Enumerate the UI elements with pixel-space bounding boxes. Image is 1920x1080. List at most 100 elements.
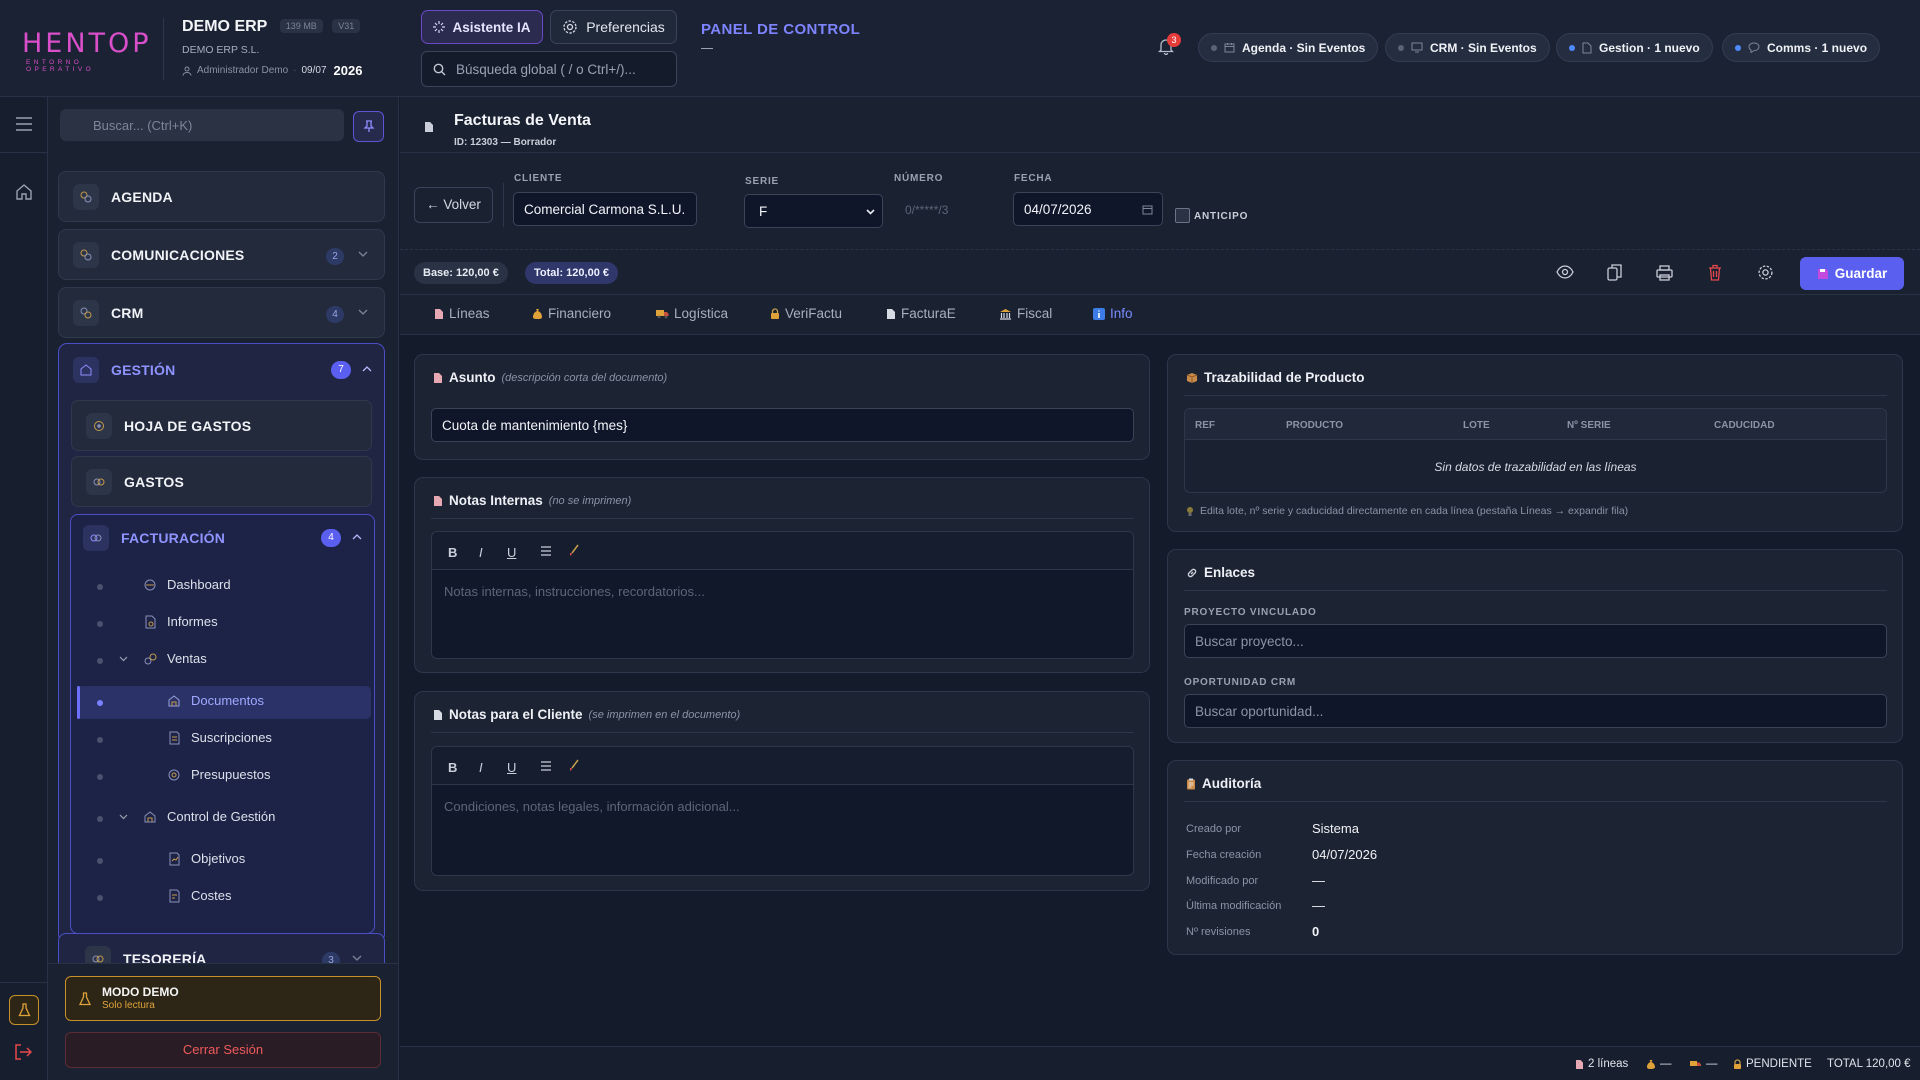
notas-internas-editor[interactable]: B I U Notas internas, instrucciones, rec… (431, 531, 1134, 659)
tab-facturae[interactable]: FacturaE (886, 306, 956, 321)
clear-format-icon[interactable] (568, 759, 580, 772)
home-icon[interactable] (15, 183, 33, 200)
serie-label: SERIE (745, 176, 780, 187)
tree-item-costes[interactable]: Costes (167, 888, 231, 903)
sidebar-item-gastos[interactable]: GASTOS (71, 456, 372, 507)
tab-info[interactable]: Info (1093, 306, 1133, 321)
total-amount-badge: Total: 120,00 € (525, 262, 618, 284)
numero-label: NÚMERO (894, 173, 944, 184)
gear-icon[interactable] (1757, 264, 1774, 281)
asunto-input[interactable]: Cuota de mantenimiento {mes} (431, 408, 1134, 442)
logout-icon[interactable] (14, 1044, 32, 1060)
tab-label: Logística (674, 306, 729, 321)
cliente-field[interactable]: Comercial Carmona S.L.U. (513, 192, 697, 226)
chevron-down-icon[interactable] (119, 656, 128, 662)
pin-sidebar-button[interactable] (353, 111, 384, 142)
sidebar-item-agenda[interactable]: AGENDA (58, 171, 385, 222)
tab-logistica[interactable]: Logística (655, 306, 728, 321)
tree-item-ventas[interactable]: Ventas (143, 651, 207, 666)
bold-button[interactable]: B (448, 760, 457, 775)
notifications-count-badge: 3 (1167, 33, 1181, 47)
document-title: Facturas de Venta (454, 112, 591, 129)
crm-icon (1411, 42, 1423, 53)
calendar-icon[interactable] (1142, 204, 1153, 215)
demo-mode-rail-button[interactable] (9, 995, 39, 1025)
list-icon[interactable] (540, 546, 552, 556)
sidebar-search-input[interactable]: Buscar... (Ctrl+K) (60, 109, 344, 141)
oportunidad-search-input[interactable]: Buscar oportunidad... (1184, 694, 1887, 728)
app-logo[interactable]: HENTOP ENTORNO OPERATIVO (22, 30, 149, 74)
tab-verifactu[interactable]: VeriFactu (770, 306, 842, 321)
tree-item-documentos[interactable]: Documentos (167, 693, 264, 708)
chevron-down-icon[interactable] (119, 814, 128, 820)
agenda-status-pill[interactable]: Agenda · Sin Eventos (1198, 33, 1379, 62)
crm-status-label: CRM · Sin Eventos (1430, 40, 1537, 55)
costs-icon (169, 889, 180, 902)
memo-icon (434, 495, 442, 506)
flask-icon (79, 992, 91, 1006)
proyecto-search-input[interactable]: Buscar proyecto... (1184, 624, 1887, 658)
notas-internas-placeholder: Notas internas, instrucciones, recordato… (444, 584, 705, 599)
floppy-disk-icon (1817, 268, 1828, 279)
sidebar-item-hoja-de-gastos[interactable]: HOJA DE GASTOS (71, 400, 372, 451)
back-button[interactable]: ← Volver (414, 187, 493, 223)
comms-status-pill[interactable]: Comms · 1 nuevo (1722, 33, 1881, 62)
tab-lineas[interactable]: Líneas (434, 306, 490, 321)
logout-button[interactable]: Cerrar Sesión (65, 1032, 381, 1068)
status-logistica: — (1689, 1058, 1718, 1070)
underline-button[interactable]: U (507, 545, 516, 560)
lightbulb-icon (1187, 506, 1193, 516)
tree-item-objetivos[interactable]: Objetivos (167, 851, 245, 866)
column-header-caducidad: CADUCIDAD (1714, 420, 1775, 431)
duplicate-icon[interactable] (1607, 264, 1622, 281)
sidebar-item-gestion[interactable]: GESTIÓN 7 (59, 344, 384, 396)
clear-format-icon[interactable] (568, 544, 580, 557)
preferences-button[interactable]: Preferencias (550, 10, 677, 44)
version-badge: V31 (332, 19, 361, 33)
sidebar-item-label: COMUNICACIONES (111, 246, 245, 263)
tab-fiscal[interactable]: Fiscal (999, 306, 1052, 321)
eye-icon[interactable] (1556, 265, 1574, 279)
tab-label: FacturaE (901, 306, 956, 321)
page-title[interactable]: PANEL DE CONTROL (701, 21, 860, 38)
auditoria-title: Auditoría (1202, 776, 1262, 791)
tree-item-informes[interactable]: Informes (143, 614, 218, 629)
company-legal-name: DEMO ERP S.L. (182, 44, 260, 56)
demo-mode-banner[interactable]: MODO DEMO Solo lectura (65, 976, 381, 1021)
tree-item-dashboard[interactable]: Dashboard (143, 577, 231, 592)
italic-button[interactable]: I (479, 760, 483, 775)
save-button[interactable]: Guardar (1800, 257, 1904, 290)
status-dot (1735, 44, 1741, 51)
tree-item-control-de-gestion[interactable]: Control de Gestión (143, 809, 275, 824)
delete-icon[interactable] (1708, 264, 1722, 281)
serie-select[interactable]: F (744, 194, 883, 228)
ai-assistant-button[interactable]: Asistente IA (421, 10, 543, 44)
document-icon (1576, 1059, 1583, 1069)
print-icon[interactable] (1656, 265, 1673, 281)
bold-button[interactable]: B (448, 545, 457, 560)
document-icon (434, 372, 442, 383)
logo-subtitle: ENTORNO OPERATIVO (26, 59, 95, 73)
sidebar-item-facturacion[interactable]: FACTURACIÓN 4 (71, 515, 374, 561)
italic-button[interactable]: I (479, 545, 483, 560)
tree-item-presupuestos[interactable]: Presupuestos (167, 767, 271, 782)
gestion-status-pill[interactable]: Gestion · 1 nuevo (1556, 33, 1713, 62)
crm-status-pill[interactable]: CRM · Sin Eventos (1385, 33, 1550, 62)
anticipo-checkbox[interactable] (1175, 208, 1190, 223)
main-content: Facturas de Venta ID: 12303 — Borrador ←… (400, 97, 1920, 1080)
list-icon[interactable] (540, 761, 552, 771)
underline-button[interactable]: U (507, 760, 516, 775)
numero-value: 0/*****/3 (905, 203, 949, 217)
sidebar-search-placeholder: Buscar... (Ctrl+K) (93, 118, 193, 133)
global-search-input[interactable]: Búsqueda global ( / o Ctrl+/)... (421, 51, 677, 87)
sidebar-item-crm[interactable]: CRM 4 (58, 287, 385, 338)
tree-item-label: Presupuestos (191, 767, 271, 782)
sidebar-item-comunicaciones[interactable]: COMUNICACIONES 2 (58, 229, 385, 280)
notas-cliente-editor[interactable]: B I U Condiciones, notas legales, inform… (431, 746, 1134, 876)
menu-icon[interactable] (15, 117, 33, 131)
tree-item-suscripciones[interactable]: Suscripciones (167, 730, 272, 745)
user-line: Administrador Demo · 09/07 2026 (182, 63, 362, 78)
fecha-field[interactable]: 04/07/2026 (1013, 192, 1163, 226)
tab-financiero[interactable]: Financiero (532, 306, 611, 321)
goals-icon (169, 852, 180, 865)
